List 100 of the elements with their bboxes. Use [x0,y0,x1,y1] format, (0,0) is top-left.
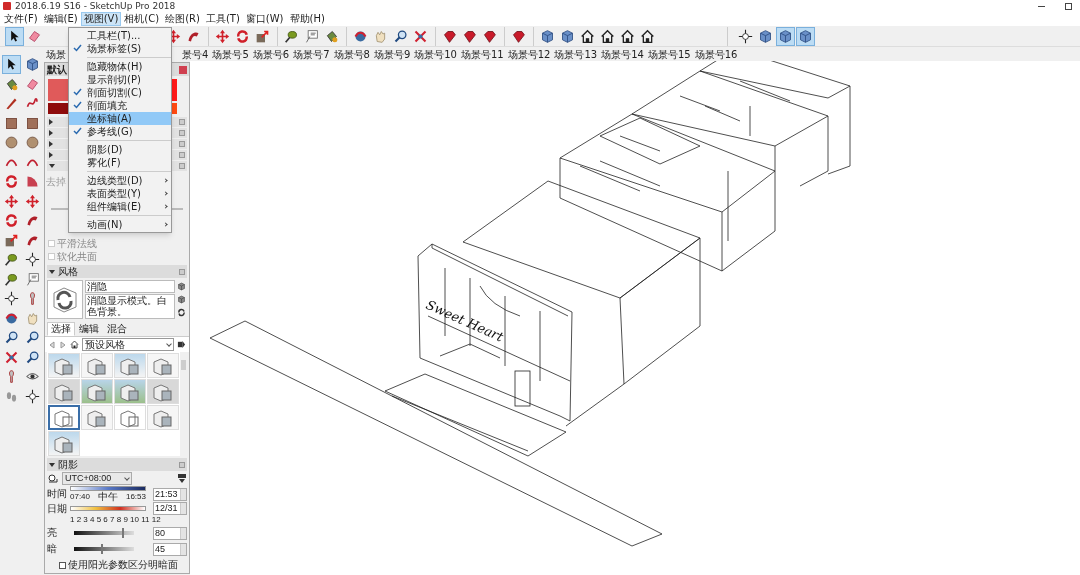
menu-item[interactable]: 显示剖切(P) [69,73,171,86]
menu-item[interactable]: 工具栏(T)... [69,29,171,42]
menu-item[interactable]: 场景标签(S) [69,42,171,55]
menu-item[interactable]: 相机(C) [121,12,163,26]
scale-label: 07:40 [70,491,91,502]
scene-tab[interactable]: 场景号9 [371,48,413,61]
scale-icon [4,232,19,248]
style-thumbnail[interactable] [48,405,80,430]
restore-button[interactable] [1065,2,1072,10]
time-field[interactable]: 21:53 [153,487,187,501]
arrow-cursor-tool-button[interactable] [5,26,24,46]
tab[interactable]: 选择 [47,322,75,336]
update-style-icon[interactable] [177,282,186,291]
style-description-field[interactable]: 消隐显示模式。白色背景。 [85,294,175,319]
menu-item[interactable]: 窗口(W) [242,12,287,26]
panel-title: 阴影 [58,459,78,470]
circle-tool-button[interactable] [2,133,21,152]
panel-header[interactable]: 阴影 [47,458,187,471]
circular-arrows-icon [235,28,250,44]
menu-item-label: 坐标轴(A) [87,113,132,124]
menu-item-label: 表面类型(Y) [87,188,141,199]
zoom-extents-icon [4,349,19,365]
menu-item[interactable]: 绘图(R) [162,12,203,26]
cube-tool-button[interactable] [796,26,815,46]
style-collection-dropdown[interactable]: 预设风格 [82,338,174,351]
crosshair-icon [738,28,753,44]
scene-tab[interactable]: 场景 [44,48,68,61]
house-icon[interactable] [70,340,79,349]
details-arrow-icon[interactable] [177,340,186,349]
square-icon [4,115,19,131]
menu-item[interactable]: 动画(N) [69,218,171,231]
circular-arrows-icon [4,174,19,189]
menu-item[interactable]: 坐标轴(A) [69,112,171,125]
scene-tab[interactable]: 场景号11 [459,48,506,61]
close-button[interactable] [179,65,187,74]
checkmark-icon [73,127,82,135]
menu-item[interactable]: 参考线(G) [69,125,171,138]
menu-item-label: 剖面填充 [87,100,127,111]
scene-tab[interactable]: 场景号7 [291,48,332,61]
scale-label: 16:53 [125,491,146,502]
four-arrows-icon [215,28,230,44]
arrow-cursor-tool-button[interactable] [2,55,21,74]
crosshair-tool-button[interactable] [2,289,21,308]
app-logo-icon [3,2,11,10]
checkbox-label: 使用阳光参数区分明暗面 [68,559,178,571]
scene-tab[interactable]: 场景号15 [645,48,693,61]
scene-tab[interactable]: 场景号14 [599,48,646,61]
menu-item-label: 工具栏(T)... [87,30,141,41]
menu-item[interactable]: 雾化(F) [69,156,171,169]
menu-item[interactable]: 帮助(H) [286,12,328,26]
timezone-dropdown[interactable]: UTC+08:00 [62,472,132,485]
menu-item-label: 动画(N) [87,219,123,230]
cube-tool-button[interactable] [776,26,795,46]
gem-icon [482,28,497,44]
menu-item[interactable]: 组件编辑(E) [69,200,171,213]
minimize-button[interactable] [1038,5,1045,7]
field-label: 亮 [47,528,58,538]
menu-item[interactable]: 工具(T) [202,12,243,26]
checkmark-icon [73,44,82,52]
scene-tab[interactable]: 景号4 [180,48,211,61]
checkbox[interactable] [59,561,66,569]
style-builder-icon[interactable] [177,295,186,304]
tab[interactable]: 编辑 [75,322,103,336]
number-field[interactable]: 45 [153,542,187,556]
crosshair-tool-button[interactable] [23,250,42,269]
menu-item[interactable]: 文件(F) [1,12,41,26]
eraser-icon [25,76,40,92]
menu-item[interactable]: 表面类型(Y) [69,187,171,200]
dialog-toggle-icon[interactable] [178,474,186,483]
scrollbar[interactable] [180,352,187,456]
disabled-label: 去掉 [46,176,66,188]
menu-item[interactable]: 阴影(D) [69,143,171,156]
menu-item[interactable]: 视图(V) [80,12,122,26]
menu-item[interactable]: 编辑(E) [40,12,81,26]
circle-icon [4,135,19,150]
scene-tab[interactable]: 场景号12 [505,48,553,61]
date-field[interactable]: 12/31 [153,502,187,515]
scene-tab[interactable]: 场景号16 [692,48,740,61]
back-arrow-icon[interactable] [48,340,56,349]
scene-tab[interactable]: 场景号5 [210,48,251,61]
refresh-icon[interactable] [177,308,186,317]
close-icon [179,461,185,468]
number-field[interactable]: 80 [153,526,187,540]
scene-tab[interactable]: 场景号6 [250,48,292,61]
panel-header[interactable]: 风格 [47,265,187,278]
panel-title: 风格 [58,266,78,277]
circle-tool-button[interactable] [23,133,42,152]
menu-item[interactable]: 隐藏物体(H) [69,60,171,73]
scene-tab[interactable]: 场景号10 [412,48,459,61]
scene-tab[interactable]: 场景号13 [552,48,600,61]
menu-item-label: 边线类型(D) [87,175,143,186]
menu-item[interactable]: 剖面填充 [69,99,171,112]
style-name-field[interactable]: 消隐 [85,280,175,293]
scene-tab[interactable]: 场景号8 [331,48,372,61]
cube-icon [798,28,813,44]
forward-arrow-icon[interactable] [59,340,67,349]
menu-item[interactable]: 剖面切割(C) [69,86,171,99]
tab[interactable]: 混合 [103,322,131,336]
menu-item[interactable]: 边线类型(D) [69,174,171,187]
cube-icon [778,28,793,44]
